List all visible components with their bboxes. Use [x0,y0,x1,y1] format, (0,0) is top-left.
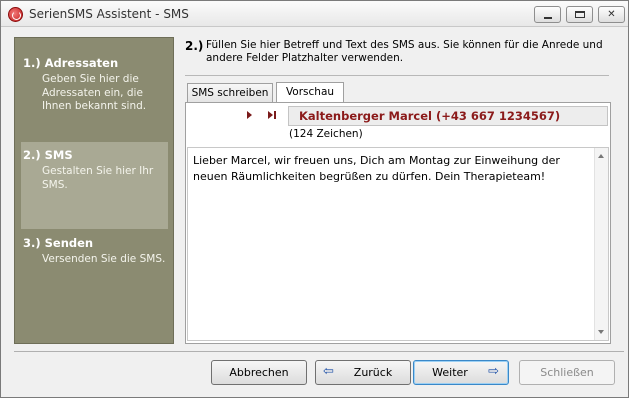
maximize-icon [575,11,585,18]
scroll-up-icon[interactable] [598,154,604,158]
message-preview[interactable]: Lieber Marcel, wir freuen uns, Dich am M… [187,147,609,341]
message-text: Lieber Marcel, wir freuen uns, Dich am M… [193,154,560,183]
step-adressaten: 1.) Adressaten Geben Sie hier die Adress… [21,50,168,120]
next-button[interactable]: Weiter ⇨ [413,360,509,385]
close-button-label: Schließen [540,366,594,379]
arrow-left-icon: ⇦ [323,364,334,379]
step-description: Versenden Sie die SMS. [42,253,166,265]
step-title: 3.) Senden [23,236,94,250]
app-icon [8,7,23,22]
wizard-steps-panel: 1.) Adressaten Geben Sie hier die Adress… [14,37,174,344]
cancel-button[interactable]: Abbrechen [211,360,307,385]
close-button[interactable]: Schließen [519,360,615,385]
recipient-field: Kaltenberger Marcel (+43 667 1234567) [288,106,608,126]
header-step-number: 2.) [185,39,204,53]
back-button[interactable]: ⇦ Zurück [315,360,411,385]
cancel-button-label: Abbrechen [229,366,289,379]
wizard-window: SerienSMS Assistent - SMS ✕ 1.) Adressat… [0,0,629,398]
header-divider [185,75,609,76]
last-recipient-icon[interactable] [268,111,277,120]
back-button-label: Zurück [353,366,393,379]
header-instructions: Füllen Sie hier Betreff und Text des SMS… [206,39,603,64]
scroll-down-icon[interactable] [598,330,604,334]
vertical-scrollbar[interactable] [594,148,608,340]
maximize-button[interactable] [566,6,593,23]
character-count: (124 Zeichen) [289,128,363,140]
preview-panel: Kaltenberger Marcel (+43 667 1234567) (1… [185,102,611,344]
minimize-button[interactable] [534,6,561,23]
step-senden: 3.) Senden Versenden Sie die SMS. [21,230,168,273]
minimize-icon [544,17,552,19]
close-window-button[interactable]: ✕ [598,6,625,23]
window-title: SerienSMS Assistent - SMS [29,7,189,21]
next-recipient-icon[interactable] [247,111,252,119]
step-description: Gestalten Sie hier Ihr SMS. [42,165,154,191]
arrow-right-icon: ⇨ [488,364,499,379]
next-button-label: Weiter [432,366,468,379]
title-bar[interactable]: SerienSMS Assistent - SMS ✕ [1,1,628,27]
close-icon: ✕ [607,9,616,20]
step-description: Geben Sie hier die Adressaten ein, die I… [42,73,147,112]
step-sms: 2.) SMS Gestalten Sie hier Ihr SMS. [21,142,168,229]
step-title: 1.) Adressaten [23,56,119,70]
tab-vorschau[interactable]: Vorschau [276,82,344,103]
tab-sms-schreiben[interactable]: SMS schreiben [187,83,273,103]
step-title: 2.) SMS [23,148,73,162]
footer-divider [14,351,624,352]
